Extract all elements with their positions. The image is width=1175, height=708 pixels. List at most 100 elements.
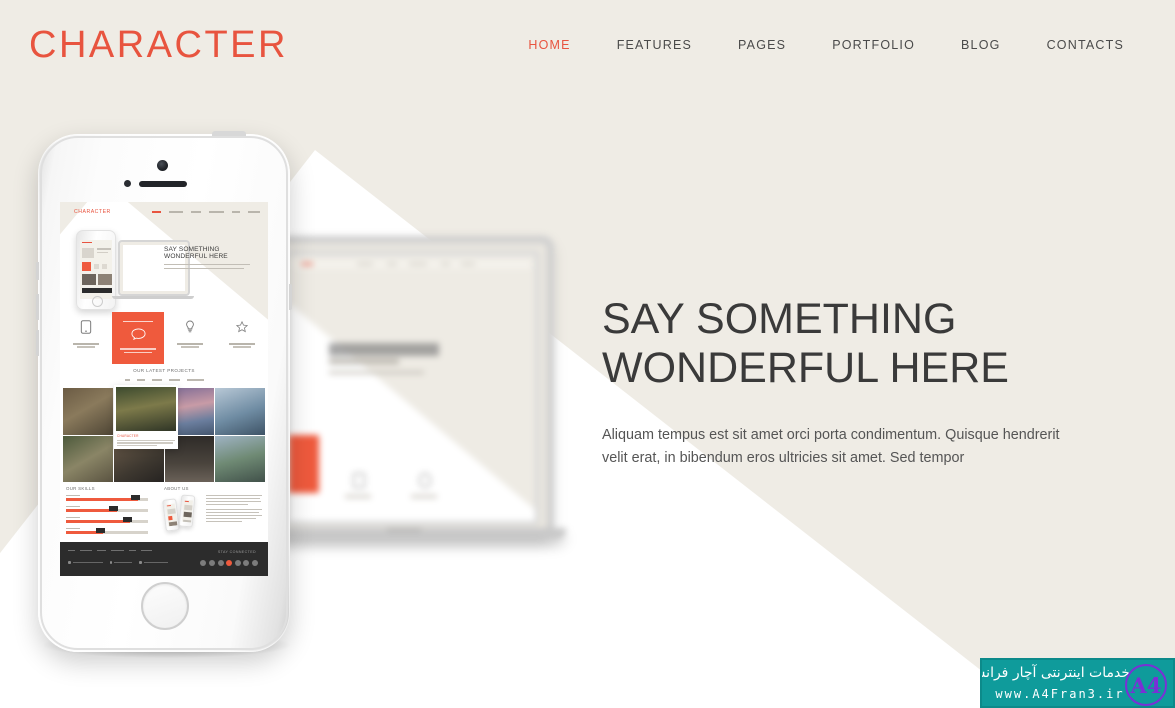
screen-nav-item-features [169,211,183,213]
portfolio-popup-title: CHARACTER [117,434,139,438]
laptop-screen-headline-2 [329,359,399,364]
screen-features-row [60,310,268,366]
social-icon [252,560,258,566]
laptop-body [270,236,554,540]
laptop-screen [285,251,539,525]
phone-power-button[interactable] [212,131,246,136]
screen-footer-title: STAY CONNECTED [217,550,256,554]
portfolio-thumb [63,388,113,435]
laptop-mockup [246,236,590,566]
laptop-icon-caption-2 [411,495,437,498]
screen-nav-item-blog [232,211,240,213]
skill-row [66,494,148,501]
screen-feature-3 [164,310,216,366]
watermark-banner: خدمات اینترنتی آچار فرانسه www.A4Fran3.i… [980,658,1175,708]
screen-nav-item-portfolio [209,211,224,213]
screen-hero-title: SAY SOMETHING WONDERFUL HERE [164,246,250,261]
site-logo[interactable]: CHARACTER [29,24,288,67]
nav-item-pages[interactable]: PAGES [715,38,809,52]
screen-skills-title: OUR SKILLS [66,486,95,491]
screen-portfolio-title: OUR LATEST PROJECTS [133,368,195,373]
phone-home-button[interactable] [141,582,189,630]
skill-row [66,527,148,534]
nav-item-portfolio[interactable]: PORTFOLIO [809,38,938,52]
laptop-screen-nav [295,260,531,269]
screen-hero-phone-display [80,240,112,299]
skill-row [66,516,148,523]
phone-earpiece-speaker [139,181,187,187]
screen-hero-phone-mockup [76,230,116,310]
screen-logo: CHARACTER [74,209,111,215]
watermark-url: www.A4Fran3.ir [995,687,1125,701]
screen-nav-item-home [152,211,161,213]
screen-feature-1 [60,310,112,366]
phone-screen[interactable]: CHARACTER SAY SOMETHING WONDERFUL HERE O… [60,202,268,576]
mail-icon [139,561,142,564]
screen-hero-title-line1: SAY SOMETHING [164,246,220,253]
phone-volume-up-button[interactable] [36,294,39,320]
screen-lower-section: OUR SKILLS ABOUT US [60,484,268,542]
screen-header: CHARACTER [60,202,268,224]
location-pin-icon [68,561,71,564]
main-navigation: HOME FEATURES PAGES PORTFOLIO BLOG CONTA… [505,38,1147,52]
portfolio-thumb [215,435,265,482]
laptop-notch [386,528,422,532]
screen-feature-4 [216,310,268,366]
screen-about-text [206,495,262,524]
screen-skills-bars [66,494,148,539]
laptop-bulb-icon [419,473,431,488]
hero-paragraph: Aliquam tempus est sit amet orci porta c… [602,427,1060,467]
laptop-icon-caption-1 [345,495,371,498]
portfolio-popup-image [116,387,176,431]
site-header: CHARACTER HOME FEATURES PAGES PORTFOLIO … [0,0,1175,90]
screen-portfolio-filters [60,379,268,381]
watermark-text-fa: خدمات اینترنتی آچار فرانسه [980,665,1130,681]
portfolio-thumb [215,388,265,435]
social-icon-active [226,560,233,566]
phone-volume-down-button[interactable] [36,330,39,356]
mobile-icon [80,320,92,334]
nav-item-blog[interactable]: BLOG [938,38,1024,52]
screen-navigation [152,211,260,213]
social-icon [209,560,216,566]
screen-hero-title-line2: WONDERFUL HERE [164,253,228,261]
phone-mute-switch[interactable] [36,262,39,280]
screen-footer-contact [68,561,168,564]
nav-item-home[interactable]: HOME [505,38,593,52]
nav-item-features[interactable]: FEATURES [594,38,715,52]
screen-footer-nav [68,550,152,552]
lightbulb-icon [186,320,194,333]
skill-row [66,505,148,512]
hero-title-line-2: WONDERFUL HERE [602,344,1009,392]
screen-hero-laptop-base [112,296,194,299]
watermark-logo-icon: A4 [1125,664,1167,706]
social-icon [234,560,241,566]
screen-nav-item-contacts [248,211,260,213]
social-icon [200,560,207,566]
laptop-mobile-icon [353,473,365,488]
star-icon [235,320,249,333]
screen-nav-item-pages [191,211,201,213]
social-icon [217,560,224,566]
laptop-screen-red-box [289,435,319,493]
nav-item-contacts[interactable]: CONTACTS [1024,38,1147,52]
social-icon [243,560,250,566]
phone-front-camera-icon [157,160,168,171]
phone-mockup: CHARACTER SAY SOMETHING WONDERFUL HERE O… [36,131,292,658]
screen-portfolio-section: OUR LATEST PROJECTS CHARACTER [60,366,268,484]
screen-portfolio-popup-card: CHARACTER [114,385,178,449]
screen-feature-2-placeholder [112,310,164,366]
screen-about-title: ABOUT US [164,486,189,491]
laptop-screen-diagonal [289,295,535,521]
laptop-screen-headline [329,343,439,356]
phone-proximity-sensor-icon [124,180,131,187]
phone-icon [109,561,113,564]
screen-social-icons [200,560,258,566]
screen-hero-paragraph [164,264,250,271]
screen-hero-phone-home-button [92,296,103,307]
page-stage: CHARACTER HOME FEATURES PAGES PORTFOLIO … [0,0,1175,708]
laptop-screen-subtext [329,371,424,374]
phone-side-button[interactable] [289,284,292,310]
hero-text-block: SAY SOMETHING WONDERFUL HERE Aliquam tem… [602,298,1072,485]
portfolio-thumb [63,435,113,482]
